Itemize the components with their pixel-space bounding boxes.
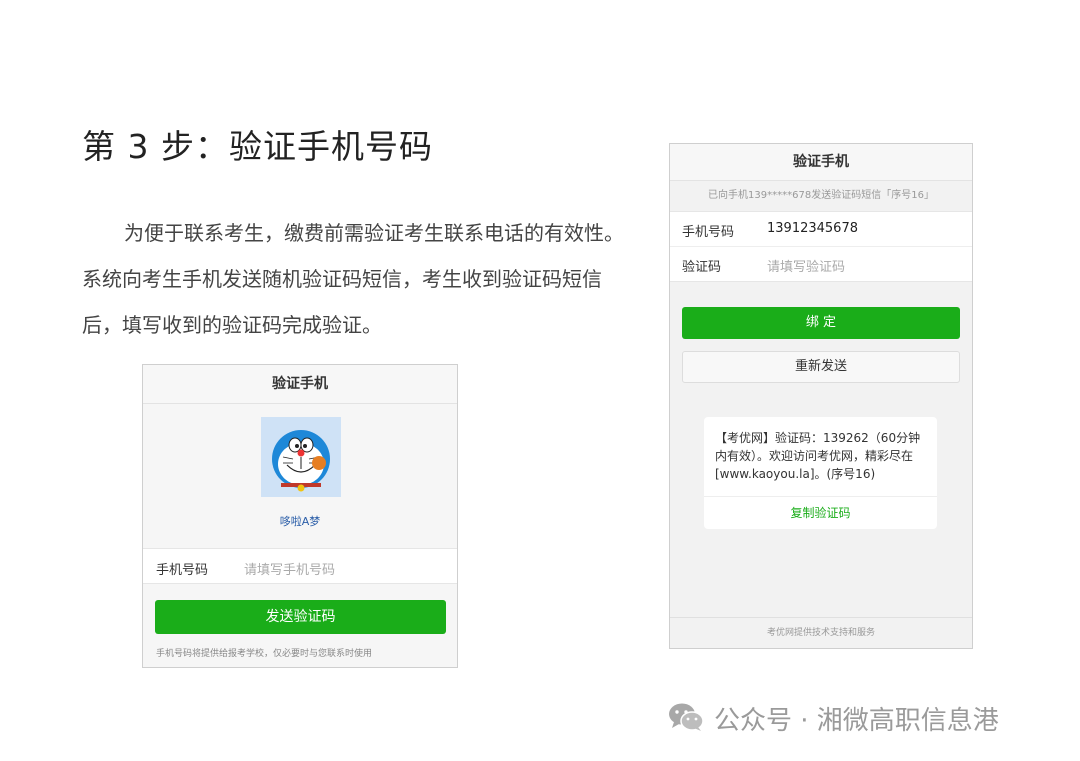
send-code-button[interactable]: 发送验证码 bbox=[155, 600, 446, 634]
phone-value: 13912345678 bbox=[767, 221, 858, 236]
screen-header: 验证手机 bbox=[143, 365, 457, 404]
sent-notice: 已向手机139*****678发送验证码短信「序号16」 bbox=[670, 181, 972, 211]
paragraph-line-3: 后，填写收到的验证码完成验证。 bbox=[82, 313, 382, 337]
screen-header: 验证手机 bbox=[670, 144, 972, 181]
send-code-screen: 验证手机 哆啦A梦 手机号码 请填写手机号码 发送验证码 手机号码将提供给报考学… bbox=[142, 364, 458, 668]
resend-button[interactable]: 重新发送 bbox=[682, 351, 960, 383]
nickname: 哆啦A梦 bbox=[279, 515, 321, 528]
phone-input[interactable]: 请填写手机号码 bbox=[244, 559, 335, 578]
paragraph-line-2: 系统向考生手机发送随机验证码短信，考生收到验证码短信 bbox=[82, 267, 602, 291]
phone-row: 手机号码 13912345678 bbox=[670, 212, 972, 246]
sms-text: 【考优网】验证码：139262（60分钟内有效）。欢迎访问考优网，精彩尽在[ww… bbox=[715, 431, 921, 481]
bind-button[interactable]: 绑 定 bbox=[682, 307, 960, 339]
phone-field-row[interactable]: 手机号码 请填写手机号码 bbox=[143, 548, 457, 584]
copy-code-button[interactable]: 复制验证码 bbox=[704, 497, 937, 529]
phone-label: 手机号码 bbox=[156, 563, 209, 578]
privacy-note: 手机号码将提供给报考学校，仅必要时与您联系时使用 bbox=[156, 649, 373, 659]
page-title: 第 3 步：验证手机号码 bbox=[82, 127, 433, 166]
code-row[interactable]: 验证码 请填写验证码 bbox=[670, 246, 972, 281]
watermark-text: 公众号 · 湘微高职信息港 bbox=[714, 706, 999, 736]
verify-code-screen: 验证手机 已向手机139*****678发送验证码短信「序号16」 手机号码 1… bbox=[669, 143, 973, 649]
instruction-paragraph: 为便于联系考生，缴费前需验证考生联系电话的有效性。 系统向考生手机发送随机验证码… bbox=[82, 210, 657, 348]
code-label: 验证码 bbox=[682, 260, 722, 275]
code-input[interactable]: 请填写验证码 bbox=[767, 256, 845, 275]
form-group: 手机号码 13912345678 验证码 请填写验证码 bbox=[670, 211, 972, 282]
sms-popup: 【考优网】验证码：139262（60分钟内有效）。欢迎访问考优网，精彩尽在[ww… bbox=[704, 417, 937, 529]
support-footer: 考优网提供技术支持和服务 bbox=[670, 617, 972, 648]
avatar bbox=[261, 417, 341, 497]
doraemon-avatar-icon bbox=[272, 430, 330, 492]
paragraph-line-1: 为便于联系考生，缴费前需验证考生联系电话的有效性。 bbox=[124, 221, 624, 245]
wechat-icon bbox=[668, 702, 704, 732]
phone-label: 手机号码 bbox=[682, 225, 735, 240]
